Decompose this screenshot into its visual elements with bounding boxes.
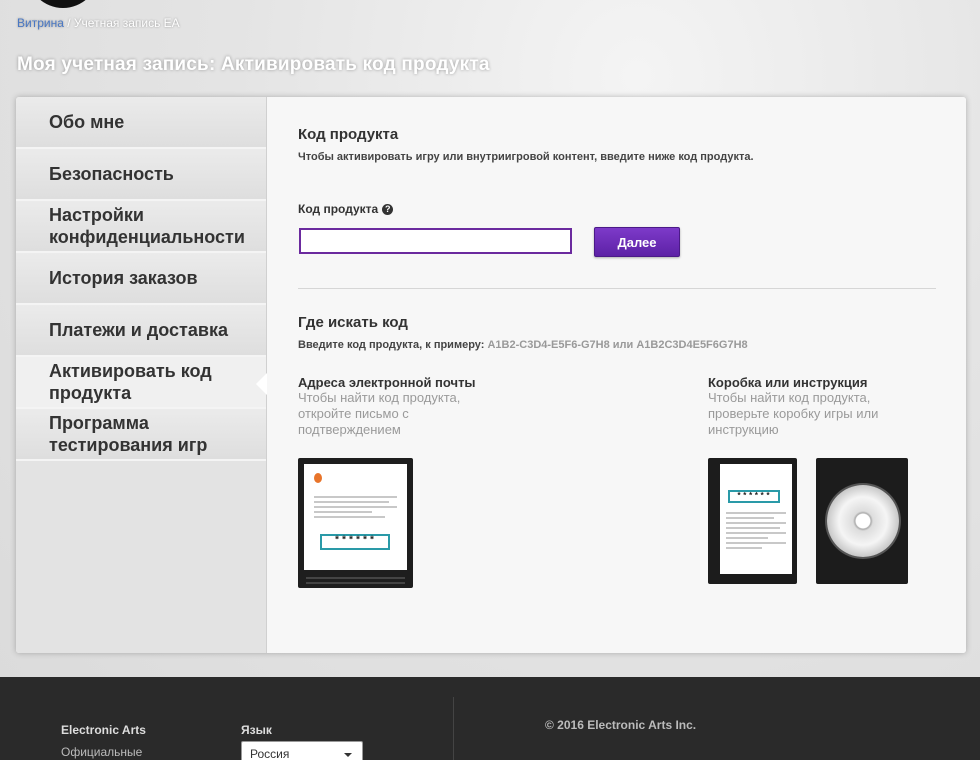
sidebar-item-label: Обо мне (49, 112, 125, 132)
sidebar-item-game-testing[interactable]: Программа тестирования игр (16, 409, 266, 461)
sidebar-item-payment-shipping[interactable]: Платежи и доставка (16, 305, 266, 357)
sidebar-item-order-history[interactable]: История заказов (16, 253, 266, 305)
breadcrumb-current: Учетная запись EA (73, 16, 180, 30)
box-case-right (816, 458, 908, 584)
sidebar-item-label: Активировать код продукта (49, 361, 212, 403)
where-to-find-heading: Где искать код (298, 314, 408, 331)
ea-badge-icon (314, 473, 322, 483)
sidebar-item-label: Платежи и доставка (49, 320, 228, 340)
hint-prefix: Введите код продукта, к примеру: (298, 339, 485, 351)
sidebar-item-redeem-code[interactable]: Активировать код продукта (16, 357, 267, 409)
product-code-field-label: Код продукта ? (298, 202, 394, 216)
product-code-subtitle: Чтобы активировать игру или внутриигрово… (298, 151, 754, 163)
email-footer-lines (306, 574, 405, 584)
language-select[interactable]: Россия (241, 741, 363, 760)
disc-icon (827, 485, 899, 557)
field-label-text: Код продукта (298, 202, 379, 216)
box-source-title: Коробка или инструкция (708, 375, 868, 390)
sidebar-item-label: Программа тестирования игр (49, 413, 208, 455)
sidebar-item-security[interactable]: Безопасность (16, 149, 266, 201)
copyright: © 2016 Electronic Arts Inc. (545, 718, 697, 732)
manual-paper: ****** (720, 464, 792, 574)
section-divider (298, 288, 936, 289)
sidebar-item-about[interactable]: Обо мне (16, 97, 266, 149)
sidebar-item-label: Настройки конфиденциальности (49, 205, 245, 247)
sidebar-item-label: История заказов (49, 268, 198, 288)
hint-example: A1B2-C3D4-E5F6-G7H8 или A1B2C3D4E5F6G7H8 (487, 339, 748, 351)
email-code-box: ****** (320, 534, 390, 550)
main-content: Код продукта Чтобы активировать игру или… (267, 97, 966, 653)
box-case-left: ****** (708, 458, 797, 584)
footer-divider (453, 697, 454, 760)
page-title: Моя учетная запись: Активировать код про… (17, 54, 490, 75)
breadcrumb-separator: / (67, 16, 71, 30)
breadcrumb: Витрина / Учетная запись EA (17, 16, 180, 30)
box-source-desc: Чтобы найти код продукта, проверьте коро… (708, 390, 879, 437)
box-code-box: ****** (728, 490, 780, 503)
footer-link[interactable]: Официальные (61, 745, 142, 759)
email-paper: ****** (304, 464, 407, 570)
sidebar-item-privacy[interactable]: Настройки конфиденциальности (16, 201, 266, 253)
text-lines (314, 496, 397, 521)
account-panel: Обо мне Безопасность Настройки конфиденц… (16, 97, 966, 653)
chevron-down-icon (344, 753, 352, 757)
footer: Electronic Arts Официальные Язык Россия … (0, 677, 980, 760)
next-button[interactable]: Далее (594, 227, 680, 257)
email-source-desc: Чтобы найти код продукта, откройте письм… (298, 390, 461, 437)
footer-brand: Electronic Arts (61, 723, 146, 737)
email-source-title: Адреса электронной почты (298, 375, 476, 390)
email-illustration: ****** (298, 458, 413, 588)
breadcrumb-home-link[interactable]: Витрина (17, 16, 64, 30)
sidebar-item-label: Безопасность (49, 164, 174, 184)
sidebar: Обо мне Безопасность Настройки конфиденц… (16, 97, 267, 653)
product-code-input[interactable] (299, 228, 572, 254)
language-label: Язык (241, 723, 272, 737)
product-code-heading: Код продукта (298, 126, 399, 143)
game-box-illustration: ****** (708, 458, 908, 584)
manual-text-lines (726, 512, 786, 552)
language-value: Россия (250, 747, 290, 760)
where-to-find-hint: Введите код продукта, к примеру: A1B2-C3… (298, 339, 748, 351)
question-circle-icon[interactable]: ? (382, 203, 394, 215)
